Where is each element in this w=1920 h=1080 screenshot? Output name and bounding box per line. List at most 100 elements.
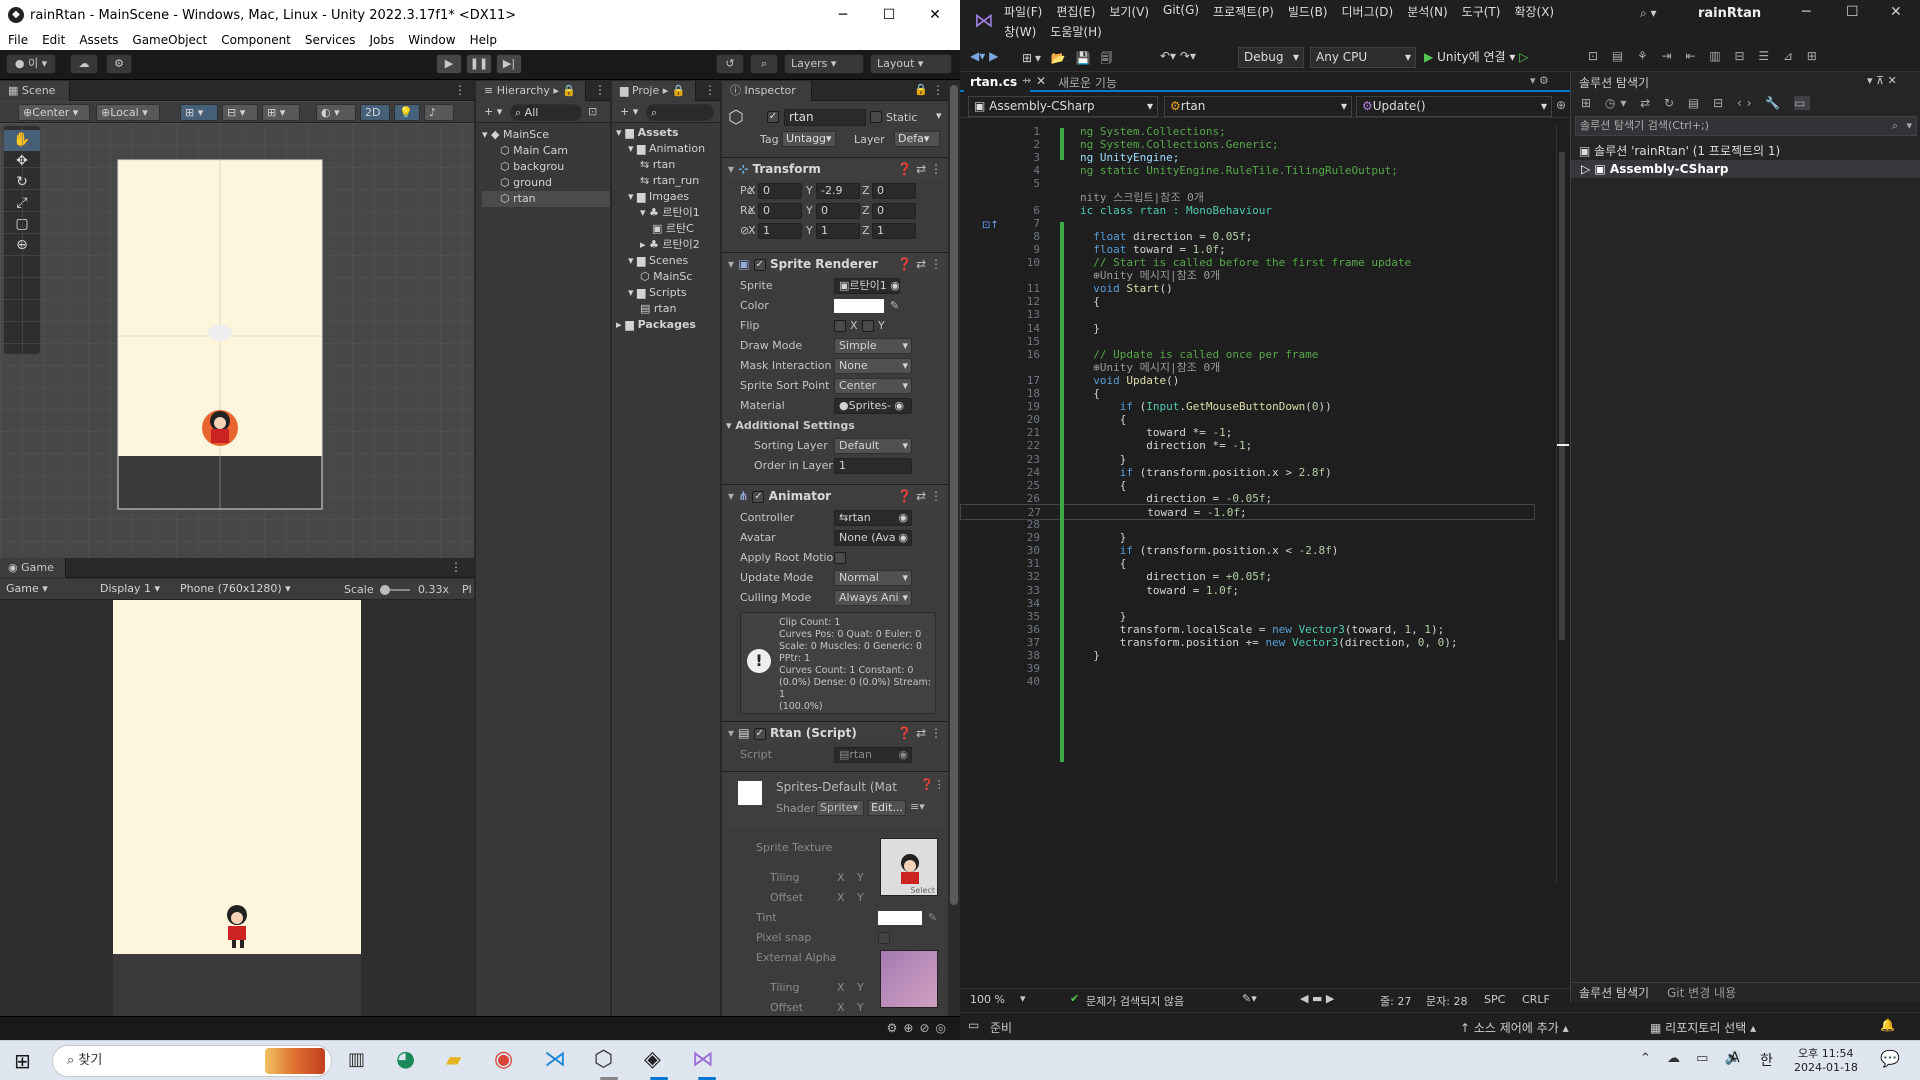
step-button[interactable]: ▶| <box>496 54 522 74</box>
kebab-menu-icon[interactable]: ⋮ <box>594 83 606 97</box>
animator-header[interactable]: ▾ ⋔ ✓ Animator ❓ ⇄ ⋮ <box>722 484 948 506</box>
status-icons[interactable]: ⚙⊕⊘◎ <box>887 1021 952 1035</box>
vs-menu-item[interactable]: 분석(N) <box>1407 3 1447 20</box>
tab-inspector[interactable]: ⓘ Inspector <box>722 81 812 101</box>
vs-menu-item[interactable]: 편집(E) <box>1056 3 1095 20</box>
material-help-icon[interactable]: ❓⋮ <box>920 778 945 791</box>
edge-icon[interactable]: ◕ <box>396 1047 415 1072</box>
hierarchy-search-input[interactable]: ⌕ All <box>510 104 582 121</box>
static-dropdown-icon[interactable]: ▾ <box>936 109 942 122</box>
tab-hierarchy[interactable]: ≡ Hierarchy ▸ 🔒 <box>476 81 586 101</box>
vs-maximize-button[interactable]: ☐ <box>1846 4 1859 20</box>
tab-options-icon[interactable]: ▾ ⚙ <box>1530 74 1549 87</box>
additional-settings-foldout[interactable]: ▾ Additional Settings <box>722 416 948 436</box>
flip-x-checkbox[interactable] <box>834 320 846 332</box>
menu-item-jobs[interactable]: Jobs <box>370 33 395 47</box>
project-item[interactable]: ⬡ MainSc <box>616 269 720 285</box>
whitespace-mode[interactable]: SPC <box>1484 993 1505 1006</box>
kebab-menu-icon[interactable]: ⋮ <box>932 83 944 97</box>
snap-icon[interactable]: ⊟ ▾ <box>222 104 258 121</box>
game-viewport[interactable] <box>0 600 474 1040</box>
culling-mode-dropdown[interactable]: Always Ani ▾ <box>834 590 912 606</box>
notifications-icon[interactable]: 💬 <box>1880 1049 1900 1068</box>
visual-studio-icon[interactable]: ⋈ <box>692 1047 714 1072</box>
config-dropdown[interactable]: Debug ▾ <box>1238 47 1304 68</box>
clock-date[interactable]: 2024-01-18 <box>1794 1061 1858 1074</box>
horizontal-scroll[interactable]: ◀ ▬ ▶ <box>1300 992 1334 1005</box>
menu-item-assets[interactable]: Assets <box>79 33 118 47</box>
hierarchy-item[interactable]: ⬡ rtan <box>482 191 610 207</box>
transform-x-input[interactable]: 1 <box>758 223 802 239</box>
undo-redo-icons[interactable]: ↶▾ ↷▾ <box>1160 49 1196 63</box>
platform-dropdown[interactable]: Any CPU ▾ <box>1310 47 1416 68</box>
solution-item[interactable]: ▣ 솔루션 'rainRtan' (1 프로젝트의 1) <box>1579 142 1780 159</box>
tab-git-changes[interactable]: Git 변경 내용 <box>1667 983 1736 1003</box>
sprite-renderer-enabled-checkbox[interactable]: ✓ <box>753 258 766 271</box>
vs-minimize-button[interactable]: ─ <box>1802 4 1810 20</box>
ime-mode-han[interactable]: 한 <box>1760 1050 1773 1070</box>
project-item[interactable]: ▾ ▆ Assets <box>616 125 720 141</box>
unity-icon[interactable]: ◈ <box>644 1047 661 1072</box>
menu-item-file[interactable]: File <box>8 33 28 47</box>
minimize-button[interactable]: ─ <box>820 0 866 30</box>
scale-slider[interactable] <box>380 585 410 595</box>
kebab-menu-icon[interactable]: ⋮ <box>704 83 716 97</box>
back-forward-icon[interactable]: ◀▾ ▶ <box>970 49 998 63</box>
transform-y-input[interactable]: 1 <box>816 223 860 239</box>
project-item[interactable]: ▤ rtan <box>616 301 720 317</box>
vs-menu-item[interactable]: 빌드(B) <box>1288 3 1328 20</box>
transform-z-input[interactable]: 1 <box>872 223 916 239</box>
transform-header[interactable]: ▾ ⊹ Transform ❓ ⇄ ⋮ <box>722 157 948 179</box>
filter-icon[interactable]: ⊡ <box>588 105 597 118</box>
project-item[interactable]: ▸ ♣ 르탄이2 <box>616 237 720 253</box>
zoom-dropdown-icon[interactable]: ▾ <box>1020 992 1026 1005</box>
project-item[interactable]: ⇆ rtan <box>616 157 720 173</box>
solution-search-input[interactable]: 솔루션 탐색기 검색(Ctrl+;) ⌕ ▾ <box>1575 116 1917 136</box>
project-item[interactable]: ▸ ▆ Packages <box>616 317 720 333</box>
account-button[interactable]: ● 이 ▾ <box>6 54 56 74</box>
transform-y-input[interactable]: -2.9 <box>816 183 860 199</box>
menu-item-component[interactable]: Component <box>221 33 291 47</box>
space-dropdown[interactable]: ⊕Local ▾ <box>96 104 160 121</box>
search-icon[interactable]: ⌕ <box>750 54 778 74</box>
menu-item-window[interactable]: Window <box>408 33 455 47</box>
mask-interaction-dropdown[interactable]: None ▾ <box>834 358 912 374</box>
project-nav-dropdown[interactable]: ▣ Assembly-CSharp ▾ <box>968 96 1158 117</box>
vs-close-button[interactable]: ✕ <box>1890 4 1902 20</box>
lock-icon[interactable]: 🔒 <box>914 83 928 96</box>
project-item[interactable]: ▾ ▆ Animation <box>616 141 720 157</box>
object-name-input[interactable]: rtan <box>784 109 866 126</box>
flip-y-checkbox[interactable] <box>862 320 874 332</box>
vs-menu-item[interactable]: 프로젝트(P) <box>1213 3 1274 20</box>
eyedropper-icon[interactable]: ✎ <box>890 299 899 312</box>
history-icon[interactable]: ↺ <box>716 54 744 74</box>
display-dropdown[interactable]: Display 1 ▾ <box>96 581 176 598</box>
draw-mode-dropdown[interactable]: Simple ▾ <box>834 338 912 354</box>
sprite-renderer-header[interactable]: ▾ ▣ ✓ Sprite Renderer ❓ ⇄ ⋮ <box>722 252 948 274</box>
cloud-icon[interactable]: ☁ <box>70 54 98 74</box>
solution-toolbar[interactable]: ⊞ ◷▾ ⇄ ↻ ▤ ⊟ ‹› 🔧 ▭ <box>1571 92 1920 114</box>
project-item[interactable]: ▾ ♣ 르탄이1 <box>616 205 720 221</box>
project-item[interactable]: ▣ 르탄C <box>616 221 720 237</box>
lighting-icon[interactable]: 💡 <box>394 104 420 121</box>
resolution-dropdown[interactable]: Phone (760x1280) ▾ <box>176 581 336 598</box>
tab-rtan-cs[interactable]: rtan.cs <box>964 72 1030 92</box>
menu-item-gameobject[interactable]: GameObject <box>132 33 207 47</box>
shader-dropdown[interactable]: Sprite▾ <box>816 800 864 816</box>
transform-y-input[interactable]: 0 <box>816 203 860 219</box>
tag-dropdown[interactable]: Untagg▾ <box>782 131 836 147</box>
vscode-icon[interactable]: ⋊ <box>544 1047 566 1072</box>
chrome-icon[interactable]: ◉ <box>494 1047 513 1072</box>
audio-icon[interactable]: ♪ <box>424 104 454 121</box>
kebab-menu-icon[interactable]: ⋮ <box>454 83 466 97</box>
split-editor-icon[interactable]: ⊕ <box>1556 98 1566 112</box>
menu-item-edit[interactable]: Edit <box>42 33 65 47</box>
code-editor[interactable]: rtan.cs ⇸ ✕ 새로운 기능 ▾ ⚙ ▣ Assembly-CSharp… <box>960 72 1570 1002</box>
tab-whats-new[interactable]: 새로운 기능 <box>1058 74 1117 91</box>
create-asset-button[interactable]: + ▾ <box>616 104 642 121</box>
close-button[interactable]: ✕ <box>912 0 958 30</box>
color-swatch[interactable] <box>834 299 884 313</box>
menu-item-help[interactable]: Help <box>470 33 497 47</box>
tab-project[interactable]: ▆ Proje ▸ 🔒 <box>612 81 696 101</box>
tab-scene[interactable]: ▦ Scene <box>0 81 70 101</box>
